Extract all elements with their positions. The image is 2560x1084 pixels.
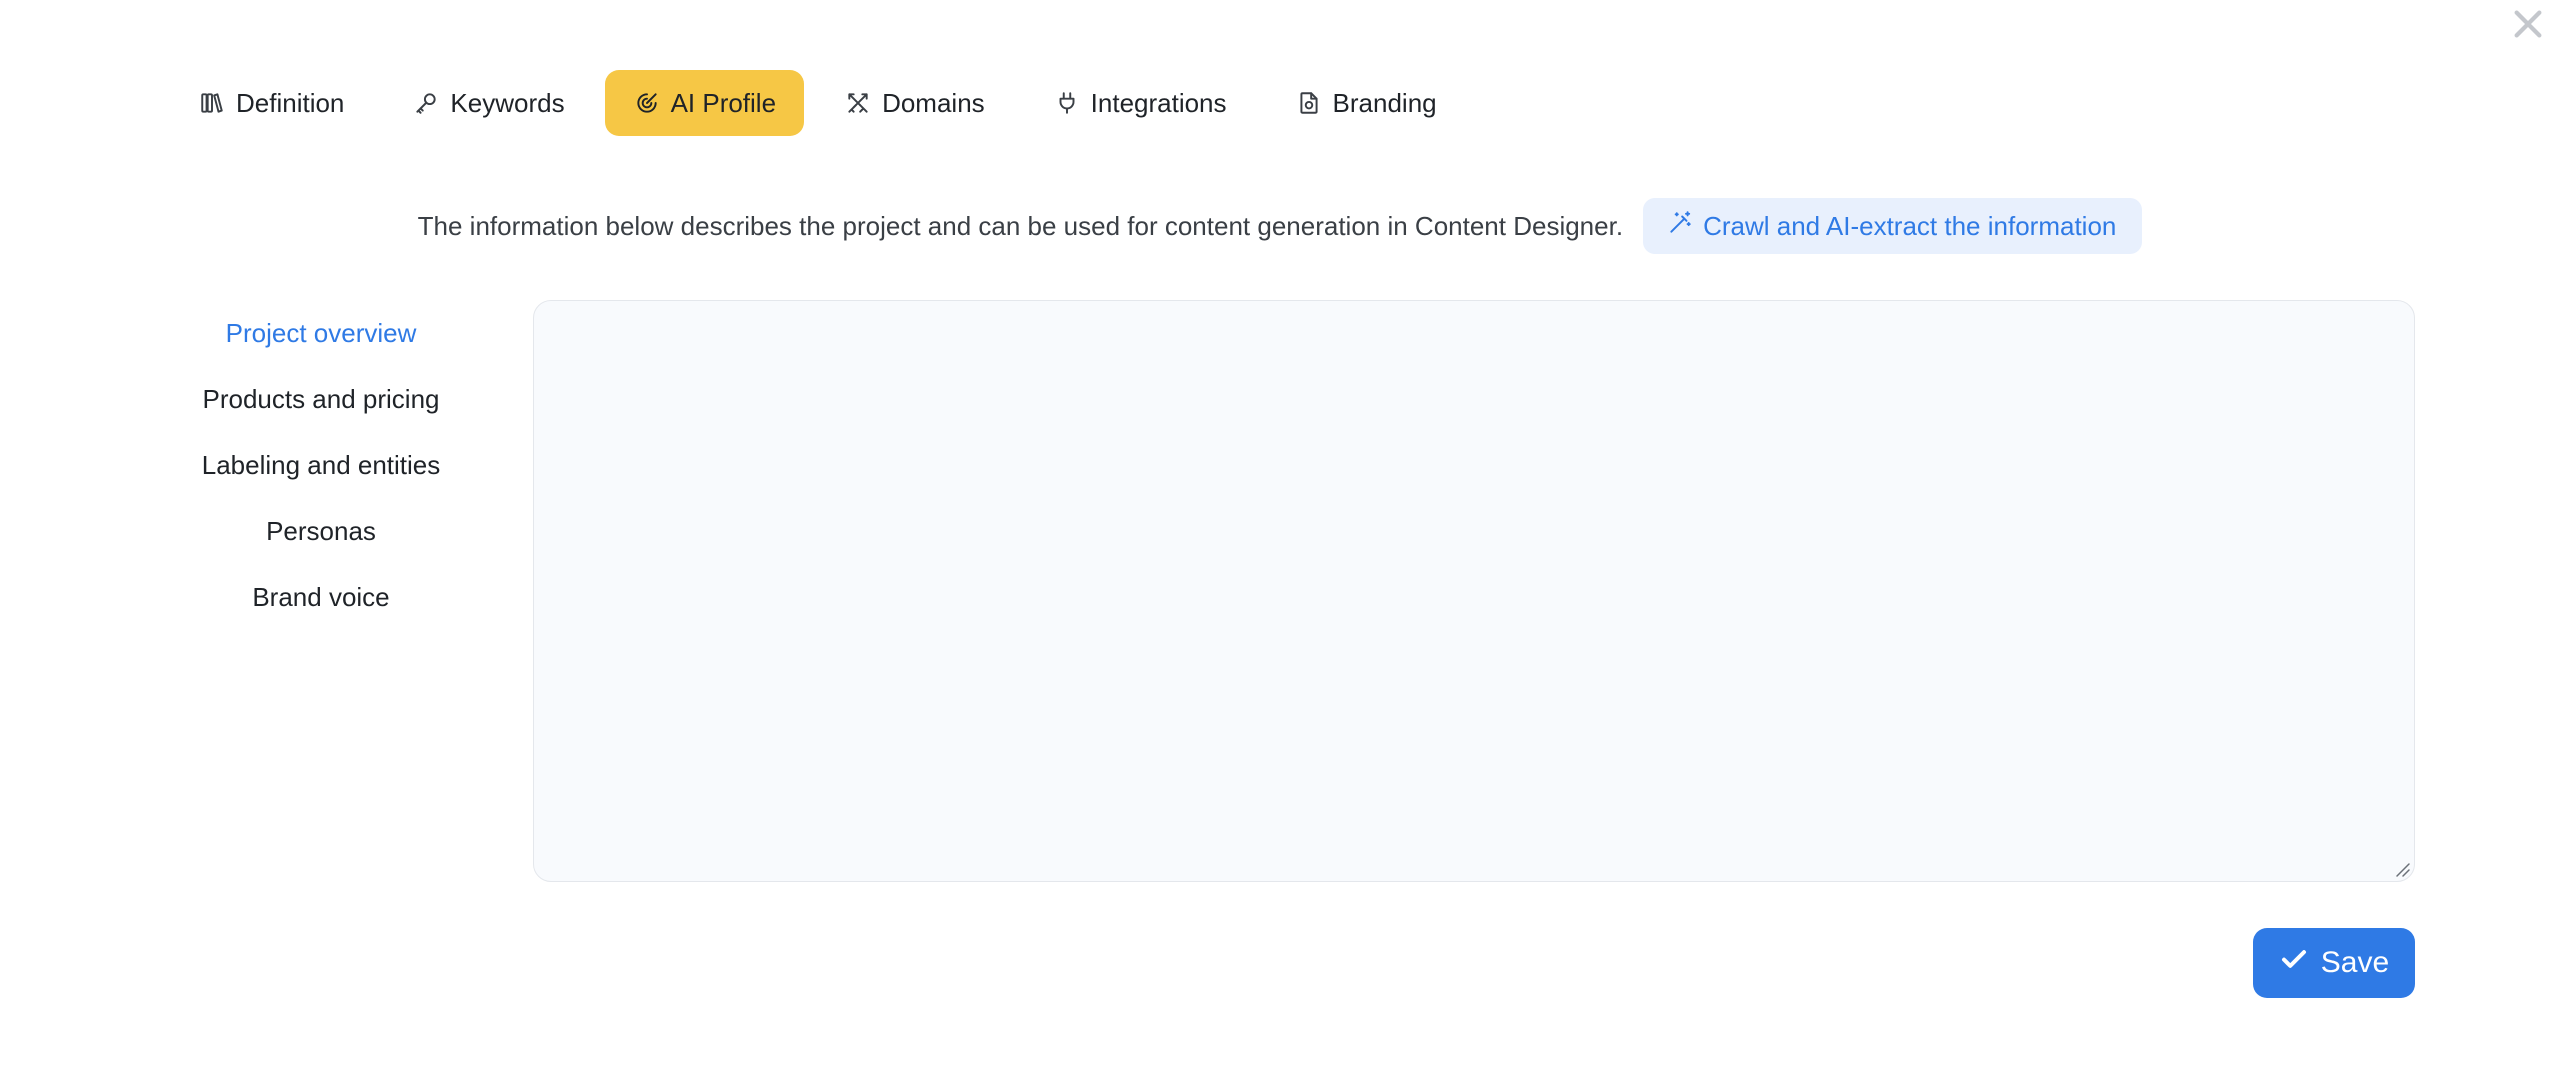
books-icon [198, 89, 226, 117]
tab-label: Keywords [450, 87, 565, 118]
section-brand-voice[interactable]: Brand voice [130, 564, 512, 630]
section-labeling-and-entities[interactable]: Labeling and entities [130, 432, 512, 498]
target-icon [633, 89, 661, 117]
tab-keywords[interactable]: Keywords [384, 70, 592, 136]
save-label: Save [2320, 946, 2390, 979]
tab-branding[interactable]: Branding [1267, 70, 1465, 136]
file-brand-icon [1295, 89, 1323, 117]
tab-ai-profile[interactable]: AI Profile [604, 70, 805, 136]
project-overview-textarea[interactable] [533, 300, 2415, 882]
tab-label: Branding [1332, 87, 1437, 118]
plug-icon [1053, 89, 1081, 117]
checkmark-icon [2279, 944, 2309, 982]
section-products-and-pricing[interactable]: Products and pricing [130, 366, 512, 432]
crawl-extract-label: Crawl and AI-extract the information [1703, 210, 2117, 241]
tab-label: Integrations [1090, 87, 1227, 118]
crawl-extract-button[interactable]: Crawl and AI-extract the information [1643, 198, 2143, 254]
tab-label: Definition [236, 87, 345, 118]
editor-wrapper [533, 300, 2415, 882]
project-settings-modal: Definition Keywords AI Profile Domains I… [0, 0, 2560, 1084]
save-button[interactable]: Save [2253, 928, 2415, 998]
info-row: The information below describes the proj… [0, 198, 2560, 254]
tab-label: Domains [882, 87, 985, 118]
tab-bar: Definition Keywords AI Profile Domains I… [170, 70, 1465, 136]
tab-integrations[interactable]: Integrations [1025, 70, 1255, 136]
tab-definition[interactable]: Definition [170, 70, 372, 136]
section-personas[interactable]: Personas [130, 498, 512, 564]
section-nav: Project overview Products and pricing La… [130, 300, 512, 630]
close-button[interactable] [2510, 8, 2546, 44]
magic-wand-icon [1667, 210, 1693, 243]
swords-icon [844, 89, 872, 117]
tab-domains[interactable]: Domains [816, 70, 1013, 136]
key-icon [412, 89, 440, 117]
info-text: The information below describes the proj… [417, 210, 1624, 241]
resize-handle-icon[interactable] [2393, 860, 2411, 878]
tab-label: AI Profile [670, 87, 777, 118]
section-project-overview[interactable]: Project overview [130, 300, 512, 366]
close-icon [2511, 7, 2545, 46]
